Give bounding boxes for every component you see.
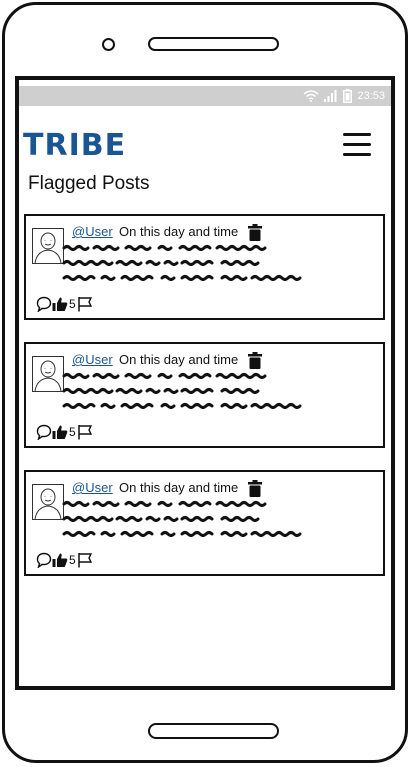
user-avatar-icon (34, 232, 62, 264)
battery-icon (343, 89, 353, 103)
page-title: Flagged Posts (28, 173, 150, 194)
thumbs-up-icon[interactable] (52, 552, 68, 568)
post-timestamp: On this day and time (119, 480, 239, 495)
status-icons: 23:53 (303, 88, 385, 104)
post-actions: 5 (36, 423, 93, 441)
post-body-text (62, 501, 302, 537)
flagged-post-card: @User On this day and time 5 (24, 342, 385, 448)
like-count: 5 (69, 553, 76, 567)
user-avatar-icon (34, 488, 62, 520)
like-count: 5 (69, 297, 76, 311)
flagged-post-card: @User On this day and time 5 (24, 470, 385, 576)
wifi-icon (303, 90, 319, 102)
post-body-text (62, 373, 302, 409)
status-bar: 23:53 (19, 86, 391, 106)
post-username-link[interactable]: @User (72, 480, 113, 495)
comment-icon[interactable] (36, 424, 52, 440)
comment-icon[interactable] (36, 552, 52, 568)
flagged-post-card: @User On this day and time 5 (24, 214, 385, 320)
comment-icon[interactable] (36, 296, 52, 312)
avatar[interactable] (32, 228, 64, 264)
user-avatar-icon (34, 360, 62, 392)
post-actions: 5 (36, 551, 93, 569)
hamburger-menu-icon[interactable] (343, 133, 371, 159)
post-body-text (62, 245, 302, 281)
post-username-link[interactable]: @User (72, 224, 113, 239)
thumbs-up-icon[interactable] (52, 296, 68, 312)
thumbs-up-icon[interactable] (52, 424, 68, 440)
post-timestamp: On this day and time (119, 224, 239, 239)
signal-icon (324, 90, 337, 102)
flag-icon[interactable] (77, 296, 93, 312)
home-button[interactable] (148, 723, 279, 739)
like-count: 5 (69, 425, 76, 439)
camera-icon (102, 38, 115, 51)
trash-icon[interactable] (248, 352, 262, 369)
avatar[interactable] (32, 356, 64, 392)
post-actions: 5 (36, 295, 93, 313)
post-timestamp: On this day and time (119, 352, 239, 367)
flag-icon[interactable] (77, 424, 93, 440)
trash-icon[interactable] (248, 480, 262, 497)
status-time: 23:53 (357, 90, 385, 102)
avatar[interactable] (32, 484, 64, 520)
post-username-link[interactable]: @User (72, 352, 113, 367)
flag-icon[interactable] (77, 552, 93, 568)
trash-icon[interactable] (248, 224, 262, 241)
screen: 23:53 TRIBE Flagged Posts @User On this … (15, 76, 395, 690)
speaker-grille (148, 37, 279, 51)
app-logo: TRIBE (23, 128, 127, 163)
